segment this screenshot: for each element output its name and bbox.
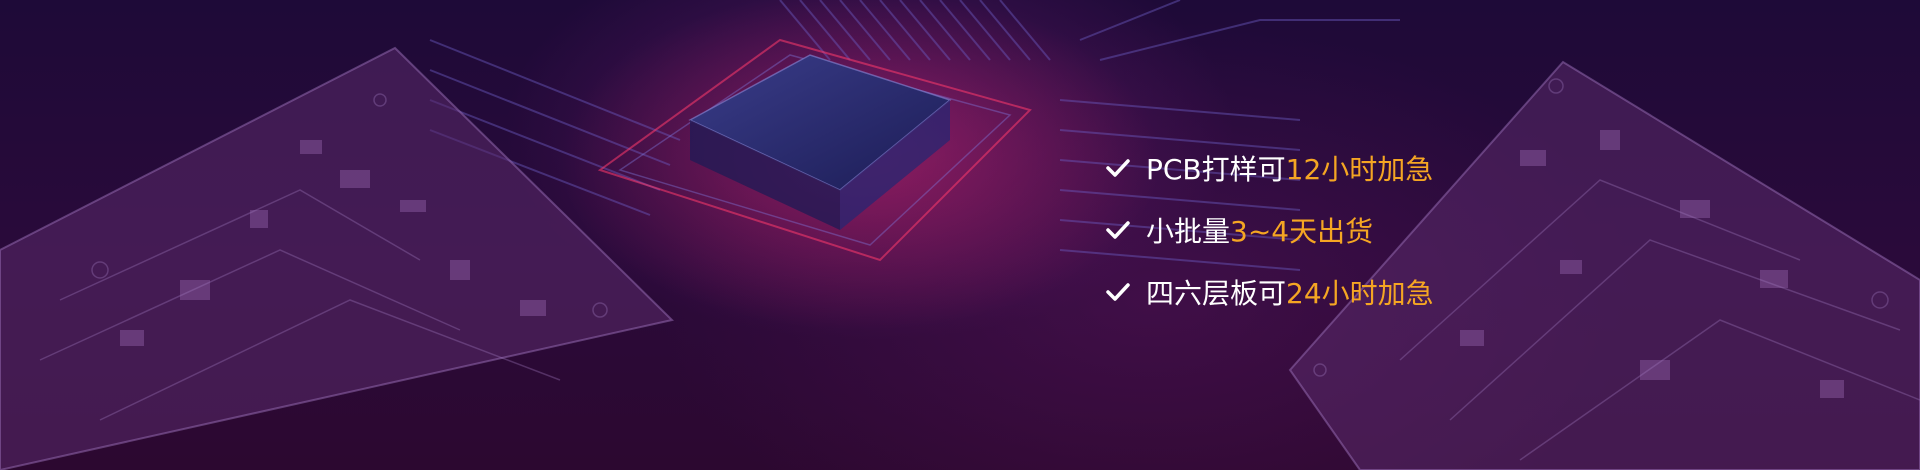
check-icon — [1106, 159, 1130, 177]
feature-text: PCB打样可 — [1146, 153, 1286, 186]
feature-text: 四六层板可 — [1146, 277, 1287, 310]
hero-banner: PCB打样可 12小时加急 小批量 3~4天出货 四六层板可 24小时加急 — [0, 0, 1920, 470]
feature-highlight: 3~4天出货 — [1230, 215, 1374, 248]
check-icon — [1106, 221, 1130, 239]
feature-item-multilayer: 四六层板可 24小时加急 — [1104, 272, 1434, 312]
check-icon — [1106, 283, 1130, 301]
feature-highlight: 12小时加急 — [1285, 153, 1434, 186]
feature-highlight: 24小时加急 — [1286, 277, 1434, 310]
feature-list: PCB打样可 12小时加急 小批量 3~4天出货 四六层板可 24小时加急 — [1104, 148, 1434, 334]
feature-text: 小批量 — [1146, 215, 1231, 248]
feature-item-small-batch: 小批量 3~4天出货 — [1104, 210, 1434, 250]
pcb-background-illustration — [0, 0, 1920, 470]
feature-item-pcb-prototype: PCB打样可 12小时加急 — [1104, 148, 1434, 188]
